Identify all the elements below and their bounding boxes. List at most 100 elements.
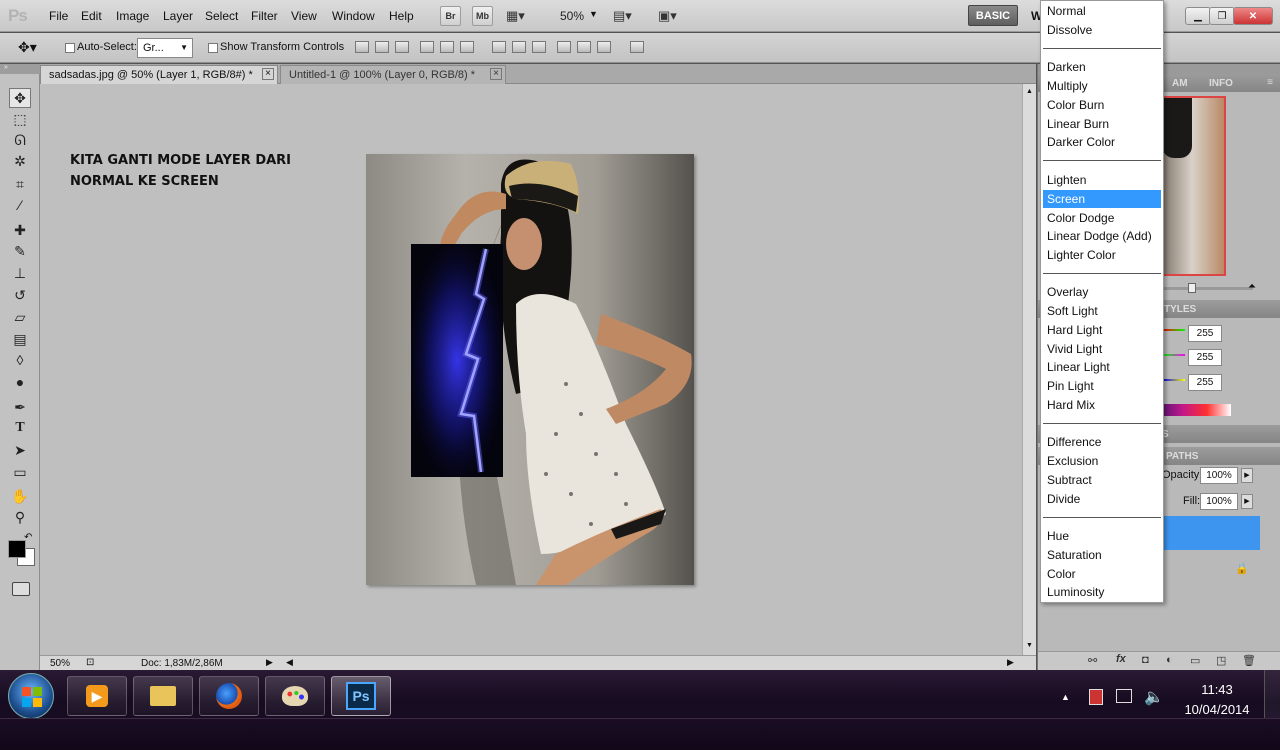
menu-layer[interactable]: Layer (163, 9, 193, 23)
dodge-tool-icon[interactable]: ● (9, 372, 31, 392)
canvas-area[interactable]: KITA GANTI MODE LAYER DARI NORMAL KE SCR… (40, 84, 1022, 655)
blend-mode-saturation[interactable]: Saturation (1043, 546, 1161, 564)
lasso-tool-icon[interactable]: ᘏ (9, 130, 31, 150)
move-tool-icon[interactable]: ✥ (9, 88, 31, 108)
clone-stamp-icon[interactable]: ⊥ (9, 263, 31, 283)
zoom-dropdown-icon[interactable]: ▼ (589, 9, 598, 19)
bridge-button[interactable]: Br (440, 6, 461, 26)
type-tool-icon[interactable]: T (9, 418, 31, 438)
blend-mode-divide[interactable]: Divide (1043, 490, 1161, 508)
swap-colors-icon[interactable]: ↶ (24, 532, 32, 543)
blend-mode-linear-light[interactable]: Linear Light (1043, 358, 1161, 376)
align-left-icon[interactable] (420, 41, 434, 53)
blend-mode-dissolve[interactable]: Dissolve (1043, 21, 1161, 39)
show-hidden-icons[interactable]: ▲ (1061, 692, 1070, 702)
media-player-icon[interactable]: ▶ (67, 676, 127, 716)
blend-mode-subtract[interactable]: Subtract (1043, 471, 1161, 489)
clock-time[interactable]: 11:43 (1182, 682, 1252, 697)
auto-select-dropdown[interactable]: Gr... ▼ (137, 38, 193, 58)
blend-mode-lighten[interactable]: Lighten (1043, 171, 1161, 189)
clock-date[interactable]: 10/04/2014 (1176, 702, 1258, 717)
workspace-basic-button[interactable]: BASIC (968, 5, 1018, 26)
blend-mode-screen[interactable]: Screen (1043, 190, 1161, 208)
align-bottom-icon[interactable] (395, 41, 409, 53)
paint-icon[interactable] (265, 676, 325, 716)
hand-tool-icon[interactable]: ✋ (9, 486, 31, 506)
photoshop-taskbar-icon[interactable]: Ps (331, 676, 391, 716)
auto-select-checkbox[interactable] (65, 43, 75, 53)
add-mask-icon[interactable]: ◘ (1142, 654, 1149, 666)
path-selection-icon[interactable]: ➤ (9, 440, 31, 460)
shape-tool-icon[interactable]: ▭ (9, 462, 31, 482)
quick-mask-icon[interactable] (12, 582, 30, 596)
distribute-vcenter-icon[interactable] (512, 41, 526, 53)
minibridge-button[interactable]: Mb (472, 6, 493, 26)
blue-slider[interactable] (1163, 379, 1185, 381)
scroll-down-icon[interactable]: ▼ (1026, 642, 1033, 649)
align-top-icon[interactable] (355, 41, 369, 53)
distribute-top-icon[interactable] (492, 41, 506, 53)
view-extras-icon[interactable]: ▦▾ (506, 8, 534, 24)
menu-select[interactable]: Select (205, 9, 238, 23)
menu-help[interactable]: Help (389, 9, 414, 23)
brush-tool-icon[interactable]: ✎ (9, 241, 31, 261)
tab-untitled-1[interactable]: Untitled-1 @ 100% (Layer 0, RGB/8) * × (280, 65, 506, 84)
firefox-icon[interactable] (199, 676, 259, 716)
color-ramp[interactable] (1158, 404, 1231, 416)
blend-mode-luminosity[interactable]: Luminosity (1043, 583, 1161, 601)
blue-value[interactable]: 255 (1188, 374, 1222, 391)
new-layer-icon[interactable]: ◳ (1216, 654, 1226, 667)
auto-align-icon[interactable] (630, 41, 644, 53)
tab-paths[interactable]: PATHS (1166, 451, 1198, 462)
quick-selection-icon[interactable]: ✲ (9, 151, 31, 171)
navigator-thumbnail[interactable] (1158, 96, 1226, 276)
red-value[interactable]: 255 (1188, 325, 1222, 342)
document-image[interactable] (366, 154, 694, 585)
network-icon[interactable] (1116, 689, 1132, 703)
status-zoom[interactable]: 50% (50, 658, 70, 669)
minimize-button[interactable]: ▁ (1185, 7, 1211, 25)
align-right-icon[interactable] (460, 41, 474, 53)
opacity-arrow-icon[interactable]: ▶ (1241, 468, 1253, 483)
blend-mode-linear-burn[interactable]: Linear Burn (1043, 115, 1161, 133)
collapse-tools-icon[interactable]: » (0, 64, 40, 74)
blend-mode-hue[interactable]: Hue (1043, 527, 1161, 545)
red-slider[interactable] (1163, 329, 1185, 331)
tab-info[interactable]: INFO (1209, 78, 1233, 89)
zoom-in-icon[interactable]: ⏶ (1248, 281, 1256, 292)
scroll-up-icon[interactable]: ▲ (1026, 88, 1033, 95)
green-value[interactable]: 255 (1188, 349, 1222, 366)
fill-value[interactable]: 100% (1200, 493, 1238, 510)
opacity-value[interactable]: 100% (1200, 467, 1238, 484)
blend-mode-soft-light[interactable]: Soft Light (1043, 302, 1161, 320)
status-menu-arrow-icon[interactable]: ▶ (266, 657, 273, 668)
volume-icon[interactable]: 🔈 (1144, 687, 1164, 707)
layer-row-background[interactable]: 🔒 (1162, 554, 1260, 586)
show-desktop-button[interactable] (1264, 670, 1280, 718)
blend-mode-difference[interactable]: Difference (1043, 433, 1161, 451)
screen-mode-icon[interactable]: ▣▾ (658, 8, 692, 24)
scroll-right-icon[interactable]: ▶ (1007, 657, 1014, 668)
blend-mode-color[interactable]: Color (1043, 565, 1161, 583)
vertical-scrollbar[interactable]: ▲ ▼ (1022, 84, 1036, 655)
eyedropper-icon[interactable]: ⁄ (9, 195, 31, 215)
blend-mode-lighter-color[interactable]: Lighter Color (1043, 246, 1161, 264)
fill-arrow-icon[interactable]: ▶ (1241, 494, 1253, 509)
restore-button[interactable]: ❐ (1209, 7, 1235, 25)
distribute-right-icon[interactable] (597, 41, 611, 53)
scroll-left-icon[interactable]: ◀ (286, 657, 293, 668)
show-transform-checkbox[interactable] (208, 43, 218, 53)
blend-mode-darker-color[interactable]: Darker Color (1043, 133, 1161, 151)
align-hcenter-icon[interactable] (440, 41, 454, 53)
panel-menu-icon[interactable]: ≡ (1267, 77, 1273, 88)
blend-mode-exclusion[interactable]: Exclusion (1043, 452, 1161, 470)
menu-image[interactable]: Image (116, 9, 149, 23)
blur-tool-icon[interactable]: ◊ (9, 350, 31, 370)
healing-brush-icon[interactable]: ✚ (9, 220, 31, 240)
close-window-button[interactable]: ✕ (1233, 7, 1273, 25)
menu-view[interactable]: View (291, 9, 317, 23)
blend-mode-vivid-light[interactable]: Vivid Light (1043, 340, 1161, 358)
blend-mode-color-burn[interactable]: Color Burn (1043, 96, 1161, 114)
new-group-icon[interactable]: ▭ (1190, 654, 1200, 667)
blend-mode-multiply[interactable]: Multiply (1043, 77, 1161, 95)
